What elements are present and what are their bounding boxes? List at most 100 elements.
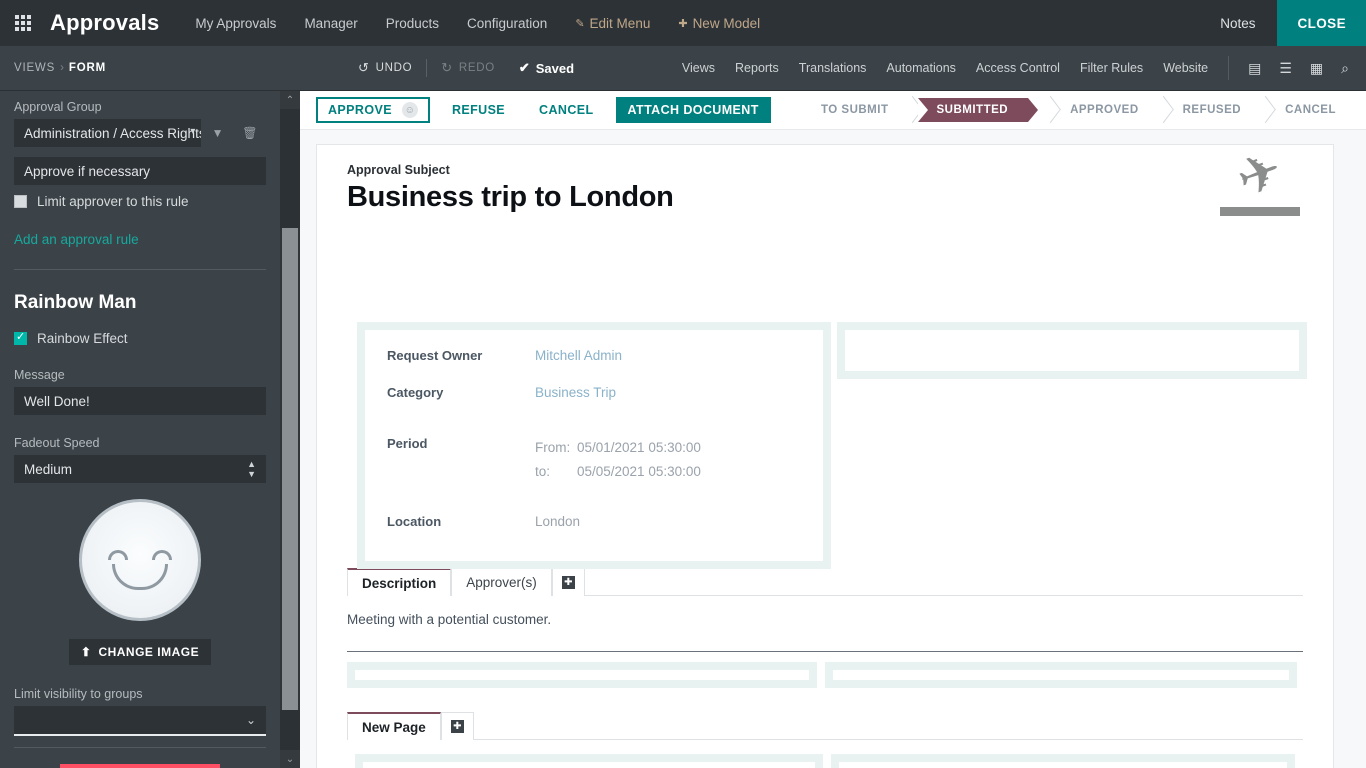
- status-submitted[interactable]: SUBMITTED: [918, 98, 1028, 122]
- check-icon: ✔: [519, 60, 530, 76]
- scrollbar-track-bottom[interactable]: [280, 710, 300, 750]
- breadcrumb-views[interactable]: VIEWS: [14, 62, 55, 74]
- approval-group-input[interactable]: Administration / Access Rights ▾: [14, 119, 201, 147]
- eye-right-icon: [152, 550, 172, 560]
- rainbow-effect-checkbox-row[interactable]: Rainbow Effect: [14, 331, 266, 346]
- period-to-row: to:05/05/2021 05:30:00: [535, 460, 701, 484]
- studio-editor-bar: VIEWS › FORM ↺ UNDO ↻ REDO ✔ Saved Views…: [0, 46, 1366, 91]
- grid-icon[interactable]: ▦: [1301, 60, 1332, 77]
- nav-item-edit-menu[interactable]: ✎ Edit Menu: [561, 0, 664, 46]
- add-tab-button-2[interactable]: ✚: [441, 712, 474, 740]
- field-group-right-dropzone[interactable]: [837, 322, 1307, 379]
- studio-link-views[interactable]: Views: [672, 61, 725, 75]
- add-tab-button[interactable]: ✚: [552, 568, 585, 596]
- undo-label: UNDO: [376, 62, 413, 74]
- breadcrumb: VIEWS › FORM: [0, 62, 106, 74]
- plane-glyph: ✈: [1231, 145, 1288, 205]
- period-from-row: From:05/01/2021 05:30:00: [535, 436, 701, 460]
- dropzone2-left[interactable]: [355, 754, 823, 768]
- nav-item-new-model[interactable]: ✚ New Model: [664, 0, 774, 46]
- notes-button[interactable]: Notes: [1198, 0, 1277, 46]
- category-label: Category: [387, 385, 535, 400]
- eye-left-icon: [108, 550, 128, 560]
- tab-approvers[interactable]: Approver(s): [451, 568, 552, 596]
- apps-menu-button[interactable]: [0, 0, 46, 46]
- tab-new-page[interactable]: New Page: [347, 712, 441, 740]
- status-chevron-divider: [1153, 98, 1169, 122]
- approval-subject-title[interactable]: Business trip to London: [347, 181, 1303, 214]
- remove-from-view-button[interactable]: REMOVE FROM VIEW: [60, 764, 219, 768]
- studio-link-access-control[interactable]: Access Control: [966, 61, 1070, 75]
- limit-visibility-select[interactable]: ⌄: [14, 706, 266, 736]
- status-approved[interactable]: APPROVED: [1056, 98, 1153, 122]
- cancel-button[interactable]: CANCEL: [527, 97, 605, 123]
- scrollbar-track-top[interactable]: [280, 109, 300, 228]
- runway-bar: [1220, 207, 1300, 216]
- request-owner-value[interactable]: Mitchell Admin: [535, 348, 622, 363]
- message-input[interactable]: Well Done!: [14, 387, 266, 415]
- location-value[interactable]: London: [535, 514, 580, 529]
- redo-button[interactable]: ↻ REDO: [431, 60, 505, 76]
- rainbow-effect-checkbox[interactable]: [14, 332, 27, 345]
- limit-approver-checkbox-row[interactable]: Limit approver to this rule: [14, 194, 266, 209]
- studio-link-automations[interactable]: Automations: [876, 61, 965, 75]
- limit-approver-checkbox[interactable]: [14, 195, 27, 208]
- field-row-location: Location London: [387, 514, 801, 529]
- fadeout-speed-select[interactable]: Medium ▲▼: [14, 455, 266, 483]
- approve-button[interactable]: APPROVE ☺: [316, 97, 430, 123]
- saved-label: Saved: [536, 61, 574, 76]
- dropzone2-right[interactable]: [831, 754, 1295, 768]
- notebook-tab-list: Description Approver(s) ✚: [347, 568, 1303, 596]
- stepper-updown-icon: ▲▼: [247, 459, 256, 479]
- status-to-submit[interactable]: TO SUBMIT: [807, 98, 903, 122]
- list-icon[interactable]: ☰: [1270, 60, 1301, 77]
- status-bar: TO SUBMIT SUBMITTED APPROVED REFUSED CAN…: [807, 98, 1350, 122]
- close-button[interactable]: CLOSE: [1277, 0, 1366, 46]
- field-row-request-owner: Request Owner Mitchell Admin: [387, 348, 801, 363]
- nav-item-my-approvals[interactable]: My Approvals: [181, 0, 290, 46]
- scroll-up-arrow-icon[interactable]: ⌃: [280, 91, 300, 109]
- approval-subject-label: Approval Subject: [347, 163, 1303, 177]
- add-approval-rule-link[interactable]: Add an approval rule: [14, 232, 266, 247]
- scrollbar-thumb[interactable]: [282, 228, 298, 710]
- scroll-down-arrow-icon[interactable]: ⌄: [280, 750, 300, 768]
- tab-description[interactable]: Description: [347, 568, 451, 596]
- period-from-value[interactable]: 05/01/2021 05:30:00: [577, 440, 701, 455]
- approve-if-necessary-input[interactable]: Approve if necessary: [14, 157, 266, 185]
- dropzone-right[interactable]: [825, 662, 1297, 688]
- category-value[interactable]: Business Trip: [535, 385, 616, 400]
- studio-link-website[interactable]: Website: [1153, 61, 1218, 75]
- rainbow-image-preview-wrap: [14, 499, 266, 621]
- status-refused[interactable]: REFUSED: [1169, 98, 1255, 122]
- undo-button[interactable]: ↺ UNDO: [348, 60, 422, 76]
- attach-document-button[interactable]: ATTACH DOCUMENT: [616, 97, 771, 123]
- studio-link-filter-rules[interactable]: Filter Rules: [1070, 61, 1153, 75]
- id-card-icon[interactable]: ▤: [1239, 60, 1270, 77]
- undo-icon: ↺: [358, 60, 370, 76]
- sidebar-divider-2: [14, 747, 266, 748]
- chevron-down-icon: ⌄: [246, 713, 256, 727]
- period-to-value[interactable]: 05/05/2021 05:30:00: [577, 464, 701, 479]
- sidebar-scrollbar[interactable]: ⌃ ⌄: [280, 91, 300, 768]
- sidebar-divider-1: [14, 269, 266, 270]
- filter-icon[interactable]: ▼: [201, 126, 233, 140]
- studio-link-translations[interactable]: Translations: [789, 61, 877, 75]
- period-values: From:05/01/2021 05:30:00 to:05/05/2021 0…: [535, 436, 701, 484]
- approval-group-row: Administration / Access Rights ▾ ▼ 🗑: [14, 119, 266, 147]
- description-text[interactable]: Meeting with a potential customer.: [347, 596, 1303, 627]
- nav-item-products[interactable]: Products: [372, 0, 453, 46]
- dropzone-left[interactable]: [347, 662, 817, 688]
- change-image-button[interactable]: ⬆ CHANGE IMAGE: [69, 639, 211, 665]
- smiley-face-image[interactable]: [79, 499, 201, 621]
- refuse-button[interactable]: REFUSE: [440, 97, 517, 123]
- studio-link-reports[interactable]: Reports: [725, 61, 789, 75]
- nav-item-manager[interactable]: Manager: [290, 0, 371, 46]
- trash-icon[interactable]: 🗑: [234, 126, 266, 140]
- chevron-down-icon[interactable]: ▾: [190, 126, 195, 137]
- main-content: APPROVE ☺ REFUSE CANCEL ATTACH DOCUMENT …: [300, 91, 1366, 768]
- nav-item-configuration[interactable]: Configuration: [453, 0, 561, 46]
- status-chevron-divider: [1255, 98, 1271, 122]
- location-label: Location: [387, 514, 535, 529]
- search-icon[interactable]: ⌕: [1332, 60, 1358, 77]
- status-cancel[interactable]: CANCEL: [1271, 98, 1350, 122]
